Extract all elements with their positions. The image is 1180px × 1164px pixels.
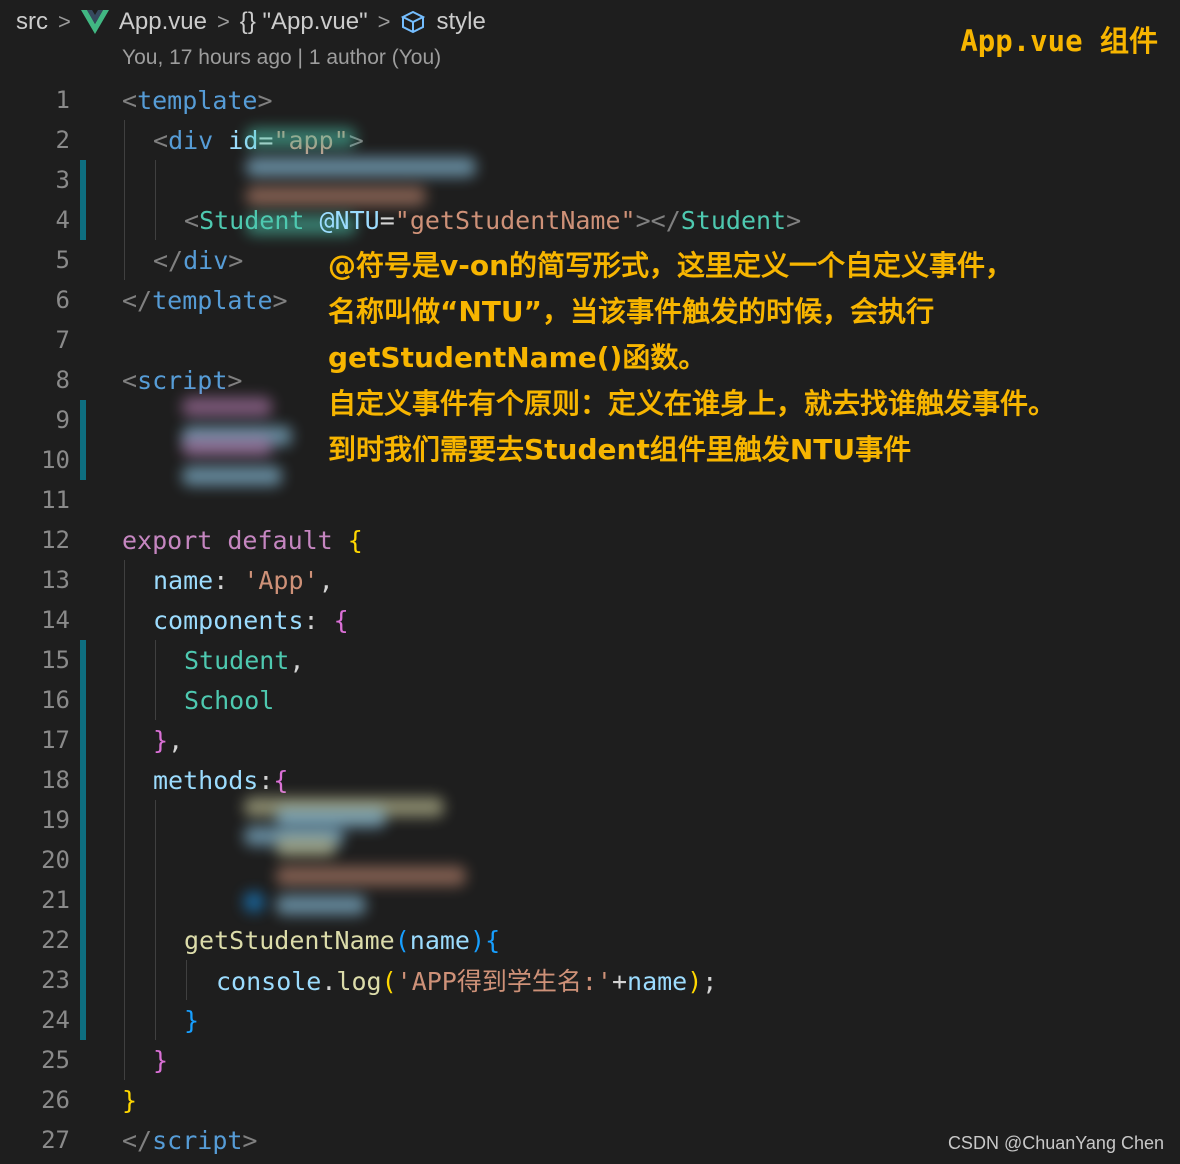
code-line[interactable]: 15 Student, [0, 640, 1180, 680]
chevron-right-icon: > [377, 9, 391, 34]
breadcrumb-item-src[interactable]: src [16, 8, 48, 36]
line-number: 6 [55, 286, 70, 314]
line-number: 4 [55, 206, 70, 234]
code-line[interactable]: 13 name: 'App', [0, 560, 1180, 600]
code-line[interactable]: 22 getStudentName(name){ [0, 920, 1180, 960]
cube-icon [401, 10, 426, 34]
annotation-line: getStudentName()函数。 [328, 341, 707, 374]
code-line[interactable]: 11 [0, 480, 1180, 520]
line-number: 25 [41, 1046, 70, 1074]
annotation-line: @符号是v-on的简写形式，这里定义一个自定义事件， [328, 249, 1014, 282]
line-number: 11 [41, 486, 70, 514]
code-line[interactable]: 4 <Student @NTU="getStudentName"></Stude… [0, 200, 1180, 240]
title-annotation: App.vue 组件 [960, 24, 1158, 58]
line-number: 22 [41, 926, 70, 954]
breadcrumb-item-file[interactable]: App.vue [119, 8, 207, 36]
annotation-line: 名称叫做“NTU”，当该事件触发的时候，会执行 [328, 295, 935, 328]
code-line[interactable]: 26 } [0, 1080, 1180, 1120]
line-number: 7 [55, 326, 70, 354]
annotation-line: 自定义事件有个原则：定义在谁身上，就去找谁触发事件。 [328, 387, 1057, 420]
breadcrumb-item-style[interactable]: style [436, 8, 485, 36]
line-number: 8 [55, 366, 70, 394]
breadcrumb: src > App.vue > {} "App.vue" > style [16, 4, 486, 40]
vue-logo-icon [80, 10, 109, 34]
line-number: 21 [41, 886, 70, 914]
line-number: 18 [41, 766, 70, 794]
line-number: 10 [41, 446, 70, 474]
code-line[interactable]: 12 export default { [0, 520, 1180, 560]
code-line[interactable]: 1 <template> [0, 80, 1180, 120]
breadcrumb-item-module[interactable]: {} "App.vue" [240, 8, 368, 36]
line-number: 19 [41, 806, 70, 834]
line-number: 20 [41, 846, 70, 874]
code-line[interactable]: 18 methods:{ [0, 760, 1180, 800]
line-number: 26 [41, 1086, 70, 1114]
chevron-right-icon: > [58, 9, 71, 34]
watermark: CSDN @ChuanYang Chen [947, 1133, 1164, 1153]
line-number: 2 [55, 126, 70, 154]
line-number: 1 [55, 86, 70, 114]
line-number: 12 [41, 526, 70, 554]
line-number: 23 [41, 966, 70, 994]
code-line[interactable]: 2 <div id="app"> [0, 120, 1180, 160]
code-line[interactable]: 23 console.log('APP得到学生名:'+name); [0, 960, 1180, 1000]
line-number: 9 [55, 406, 70, 434]
line-number: 14 [41, 606, 70, 634]
chevron-right-icon: > [216, 9, 230, 34]
line-number: 3 [55, 166, 70, 194]
line-number: 13 [41, 566, 70, 594]
line-number: 24 [41, 1006, 70, 1034]
annotation-text: @符号是v-on的简写形式，这里定义一个自定义事件， 名称叫做“NTU”，当该事… [328, 243, 1178, 473]
line-number: 27 [41, 1126, 70, 1154]
code-line[interactable]: 3 [0, 128, 1180, 235]
code-line[interactable]: 25 } [0, 1040, 1180, 1080]
code-line[interactable]: 14 components: { [0, 600, 1180, 640]
line-number: 17 [41, 726, 70, 754]
code-line[interactable]: 24 } [0, 1000, 1180, 1040]
code-line[interactable]: 20 [0, 808, 1180, 915]
codelens-author[interactable]: You, 17 hours ago | 1 author (You) [122, 46, 441, 70]
line-number: 16 [41, 686, 70, 714]
line-number: 5 [55, 246, 70, 274]
line-number: 15 [41, 646, 70, 674]
annotation-line: 到时我们需要去Student组件里触发NTU事件 [328, 433, 912, 466]
code-line[interactable]: 17 }, [0, 720, 1180, 760]
code-line[interactable]: 21 [0, 880, 1180, 920]
code-line[interactable]: 19 [0, 797, 1180, 846]
code-line[interactable]: 16 School [0, 680, 1180, 720]
